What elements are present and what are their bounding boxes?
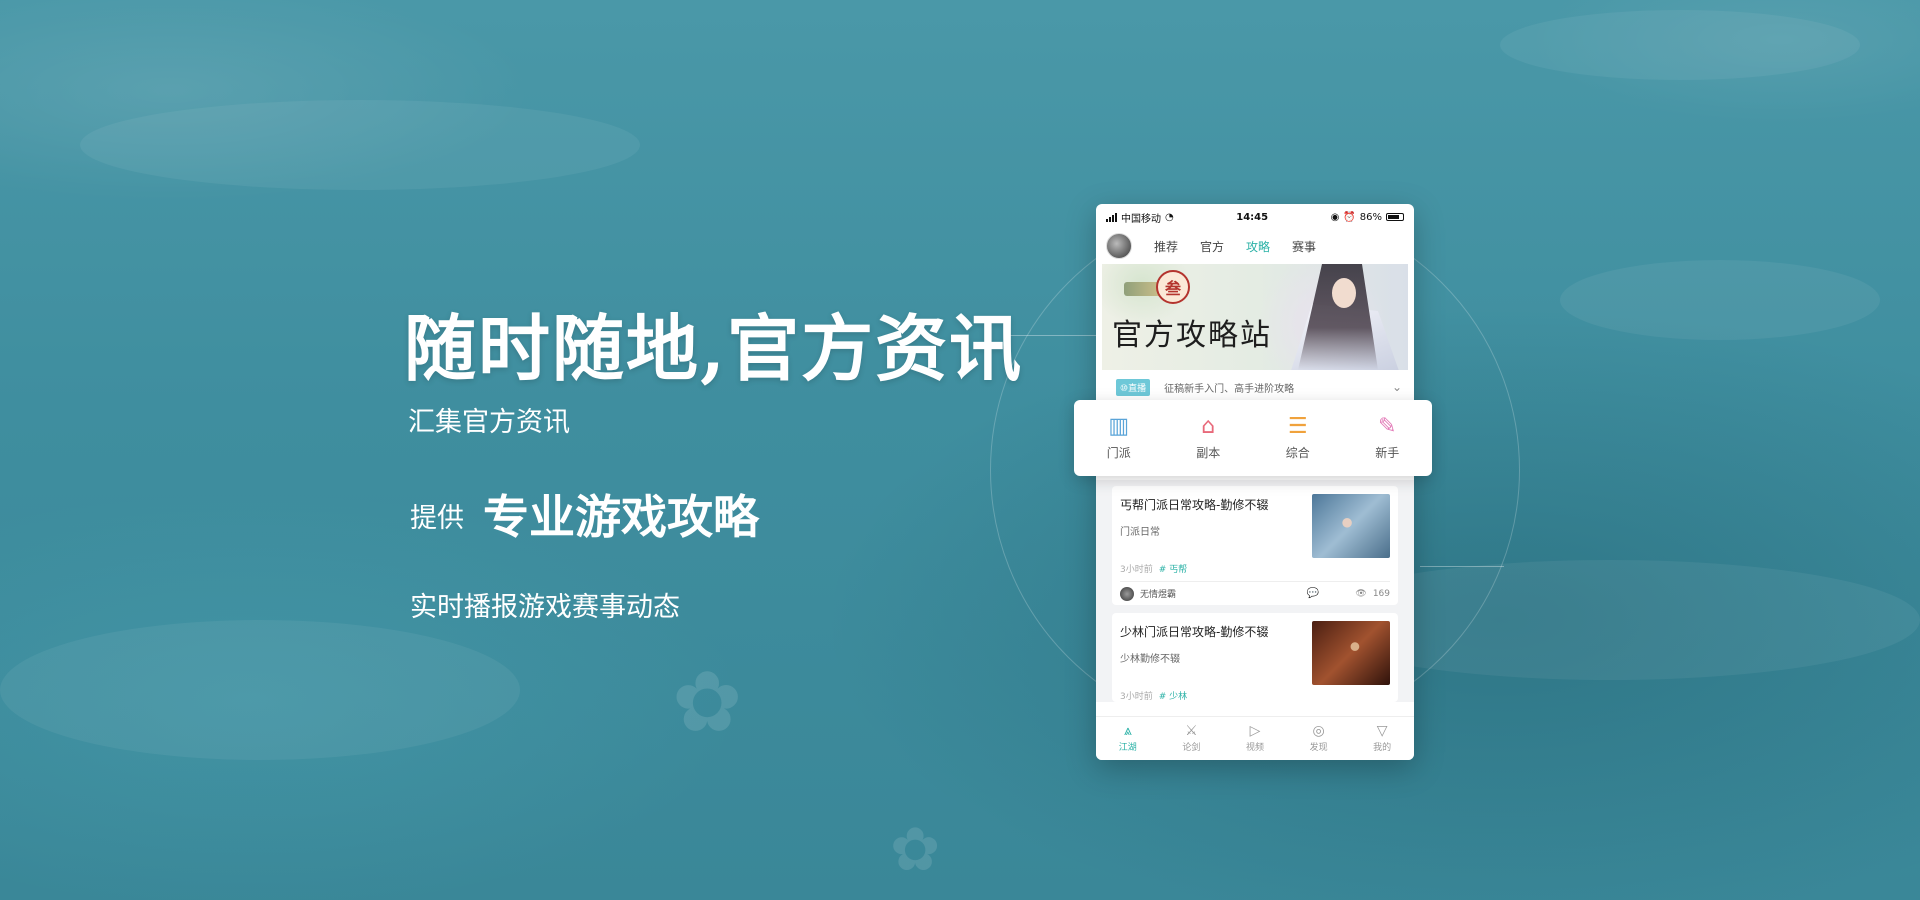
article-desc: 少林勤修不辍 [1120,654,1180,665]
nav-label: 论剑 [1182,743,1201,753]
dungeon-icon: ⌂ [1201,413,1216,439]
nav-label: 视频 [1245,743,1264,753]
top-tabs: 推荐 官方 攻略 赛事 [1096,230,1414,262]
view-count: 169 [1372,588,1390,599]
battery-percent: 86% [1359,211,1382,223]
article-feed: 丐帮门派日常攻略-勤修不辍 门派日常 3小时前 # 丐帮 无情煜霸 💬 👁 169 [1096,480,1414,702]
phone-mockup: 中国移动 ◔ 14:45 ◉ ⏰ 86% 推荐 官方 攻略 赛事 叁 官方攻略站… [1096,204,1414,760]
article-title: 丐帮门派日常攻略-勤修不辍 [1120,498,1269,512]
article-thumbnail [1312,494,1390,558]
eye-icon: 👁 [1355,588,1367,599]
jianghu-icon: ⩓ [1123,723,1132,739]
line-decoration [1010,335,1102,336]
me-icon: ▽ [1376,723,1388,739]
cloud-decoration [80,100,640,190]
character-face [1332,278,1356,308]
alarm-icon: ⏰ [1343,211,1356,223]
avatar[interactable] [1106,233,1132,259]
nav-label: 发现 [1309,743,1328,753]
bottom-nav: ⩓ 江湖 ⚔ 论剑 ▷ 视频 ◎ 发现 ▽ 我的 [1096,716,1414,760]
hero-headline: 随时随地,官方资讯 [404,306,1024,391]
status-bar: 中国移动 ◔ 14:45 ◉ ⏰ 86% [1096,204,1414,230]
article-title: 少林门派日常攻略-勤修不辍 [1120,625,1269,639]
hero-line-live-events: 实时播报游戏赛事动态 [410,592,680,623]
article-meta: 3小时前 # 少林 [1120,689,1306,702]
nav-label: 我的 [1373,743,1392,753]
lunjian-icon: ⚔ [1185,723,1198,739]
category-novice[interactable]: ✎ 新手 [1343,413,1433,461]
article-meta: 3小时前 # 丐帮 [1120,562,1306,575]
banner-title: 官方攻略站 [1112,318,1272,353]
tab-guides[interactable]: 攻略 [1246,238,1270,255]
discover-icon: ◎ [1312,723,1325,739]
lock-rotation-icon: ◉ [1330,211,1340,223]
signal-icon [1106,212,1117,222]
battery-icon [1386,213,1404,221]
cloud-decoration [1560,260,1880,340]
author-avatar [1120,586,1134,601]
nav-me[interactable]: ▽ 我的 [1350,717,1414,760]
nav-lunjian[interactable]: ⚔ 论剑 [1160,717,1224,760]
article-time: 3小时前 [1120,565,1153,575]
hero-provide-prefix: 提供 [410,503,464,534]
video-icon: ▷ [1249,723,1261,739]
category-label: 新手 [1375,445,1400,460]
nav-video[interactable]: ▷ 视频 [1223,717,1287,760]
category-label: 综合 [1285,445,1310,460]
category-label: 副本 [1196,445,1221,460]
article-footer: 无情煜霸 💬 👁 169 [1120,581,1390,605]
notice-bar[interactable]: ⑩直播 征稿新手入门、高手进阶攻略 ⌄ [1096,370,1414,404]
cloud-decoration [1500,10,1860,80]
flower-decoration: ✿ [890,815,941,885]
tab-recommend[interactable]: 推荐 [1154,238,1178,255]
chevron-down-icon[interactable]: ⌄ [1392,380,1402,394]
guide-banner[interactable]: 叁 官方攻略站 [1102,264,1408,370]
category-dungeon[interactable]: ⌂ 副本 [1164,413,1254,461]
article-desc: 门派日常 [1120,527,1160,538]
comment-icon[interactable]: 💬 [1307,588,1319,599]
category-card: ▥ 门派 ⌂ 副本 ☰ 综合 ✎ 新手 [1074,400,1432,476]
article-thumbnail [1312,621,1390,685]
article-tag[interactable]: # 少林 [1159,692,1187,702]
notice-badge: ⑩直播 [1116,378,1151,396]
hero-provide-highlight: 专业游戏攻略 [483,490,759,544]
article-time: 3小时前 [1120,692,1153,702]
article-tag[interactable]: # 丐帮 [1159,565,1187,575]
general-icon: ☰ [1287,413,1308,439]
nav-discover[interactable]: ◎ 发现 [1287,717,1351,760]
author-name: 无情煜霸 [1140,590,1177,600]
wifi-icon: ◔ [1165,211,1174,223]
article-card[interactable]: 少林门派日常攻略-勤修不辍 少林勤修不辍 3小时前 # 少林 [1112,613,1398,702]
tab-official[interactable]: 官方 [1200,238,1224,255]
flower-decoration: ✿ [672,653,743,751]
category-sect[interactable]: ▥ 门派 [1074,413,1164,461]
category-general[interactable]: ☰ 综合 [1253,413,1343,461]
tab-events[interactable]: 赛事 [1292,238,1316,255]
sect-icon: ▥ [1108,413,1130,439]
line-decoration [1420,566,1504,567]
category-label: 门派 [1106,445,1131,460]
novice-icon: ✎ [1378,413,1397,439]
carrier-name: 中国移动 [1121,213,1161,225]
clock: 14:45 [1236,211,1269,223]
nav-label: 江湖 [1118,743,1137,753]
hero-line-official-news: 汇集官方资讯 [408,407,570,438]
game-seal: 叁 [1156,270,1190,304]
notice-text: 征稿新手入门、高手进阶攻略 [1164,383,1295,395]
nav-jianghu[interactable]: ⩓ 江湖 [1096,717,1160,760]
cloud-decoration [0,620,520,760]
article-card[interactable]: 丐帮门派日常攻略-勤修不辍 门派日常 3小时前 # 丐帮 无情煜霸 💬 👁 169 [1112,486,1398,605]
